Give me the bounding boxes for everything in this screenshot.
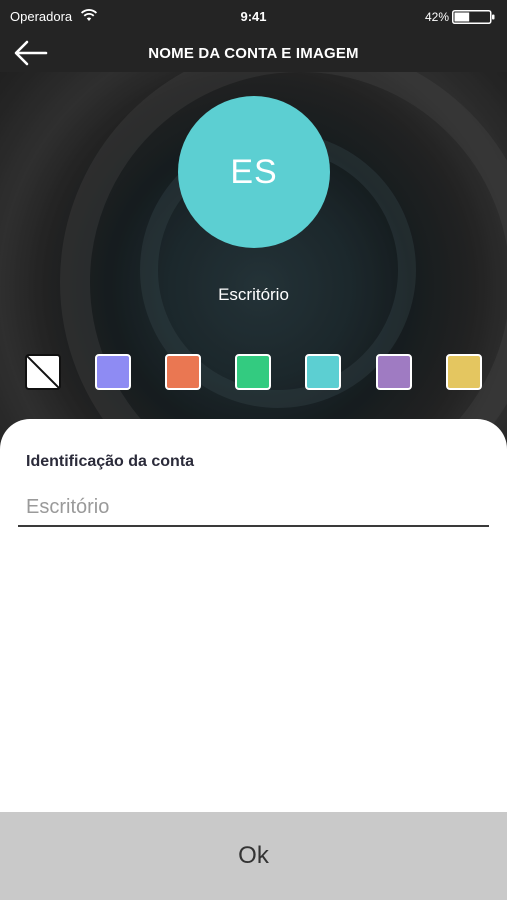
- swatch-green[interactable]: [235, 354, 271, 390]
- page-title: NOME DA CONTA E IMAGEM: [148, 45, 359, 62]
- swatch-purple[interactable]: [376, 354, 412, 390]
- swatch-blue[interactable]: [95, 354, 131, 390]
- account-form-sheet: Identificação da conta: [0, 419, 507, 812]
- account-name-input[interactable]: [18, 489, 489, 527]
- status-bar: Operadora 9:41 42%: [0, 0, 507, 34]
- swatch-orange[interactable]: [165, 354, 201, 390]
- avatar-initials: ES: [230, 152, 278, 191]
- swatch-none[interactable]: [25, 354, 61, 390]
- account-id-label: Identificação da conta: [26, 453, 195, 470]
- account-name: Escritório: [218, 285, 289, 304]
- swatch-yellow[interactable]: [446, 354, 482, 390]
- ok-button[interactable]: Ok: [0, 812, 507, 900]
- ok-label: Ok: [238, 842, 269, 869]
- swatch-cyan[interactable]: [305, 354, 341, 390]
- battery-icon: [452, 10, 495, 24]
- battery-percent: 42%: [424, 10, 449, 24]
- no-color-icon: [26, 355, 60, 389]
- top-bar: NOME DA CONTA E IMAGEM: [0, 34, 507, 72]
- avatar[interactable]: ES: [178, 96, 330, 248]
